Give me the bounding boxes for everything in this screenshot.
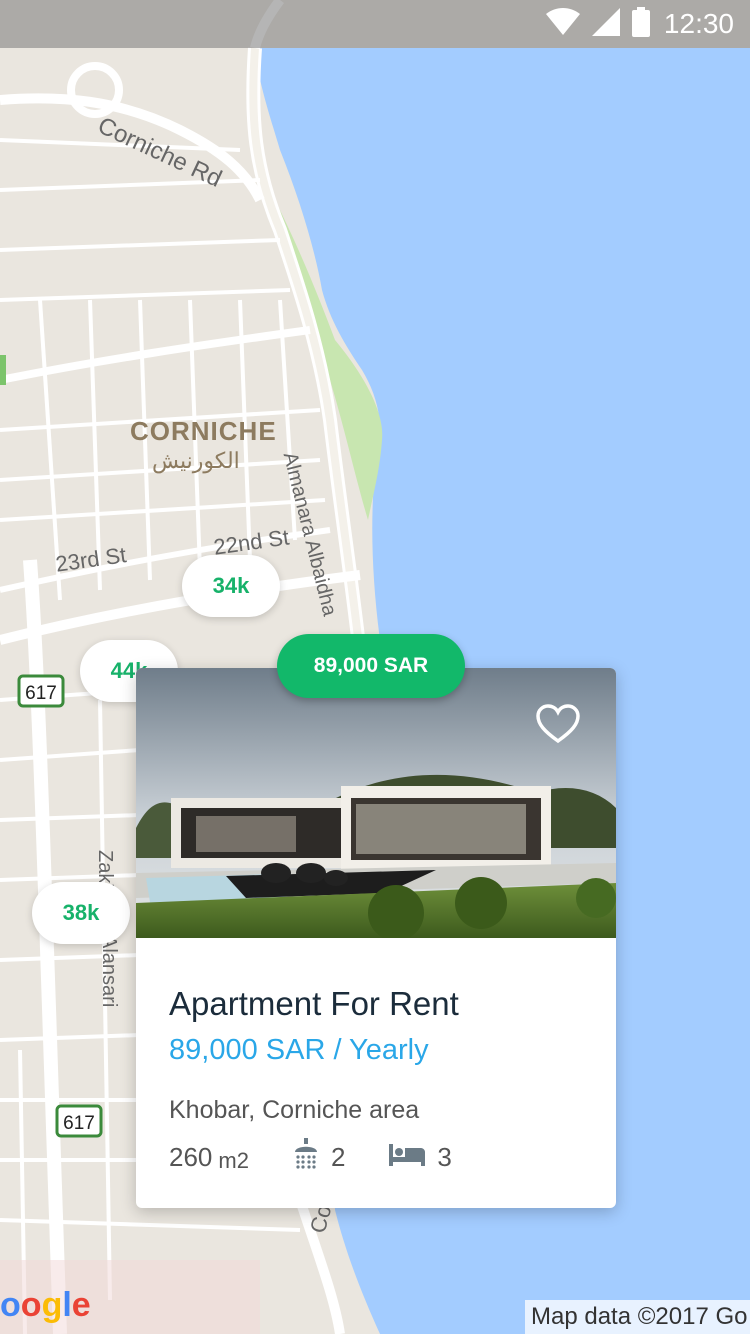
district-label: CORNICHE [130, 416, 277, 446]
route-617-shield: 617 [55, 1104, 103, 1138]
status-bar: 12:30 [0, 0, 750, 48]
feature-bathrooms: 2 [293, 1138, 345, 1177]
listing-price: 89,000 SAR / Yearly [169, 1034, 429, 1066]
listing-card[interactable]: Apartment For Rent 89,000 SAR / Yearly K… [136, 668, 616, 1208]
listing-details: Apartment For Rent 89,000 SAR / Yearly K… [169, 984, 592, 1177]
signal-icon [591, 7, 620, 41]
feature-bedrooms: 3 [389, 1142, 452, 1173]
listing-title: Apartment For Rent [169, 985, 459, 1022]
svg-text:617: 617 [25, 683, 57, 704]
status-time: 12:30 [663, 8, 734, 39]
price-pin[interactable]: 38k [32, 882, 130, 944]
district-label-arabic: الكورنيش [152, 448, 240, 473]
bed-icon [389, 1142, 437, 1173]
map-attribution[interactable]: Map data ©2017 Go [525, 1300, 750, 1334]
bedrooms-count: 3 [437, 1142, 452, 1172]
svg-text:617: 617 [63, 1113, 95, 1134]
google-logo: oogle [0, 1286, 91, 1324]
street-label-ansari: Alansari [98, 935, 120, 1008]
battery-icon [631, 6, 650, 42]
feature-area: 260 m2 [169, 1142, 249, 1173]
listing-features: 260 m2 2 3 [169, 1138, 592, 1177]
price-pin[interactable]: 34k [182, 555, 280, 617]
price-pin-selected[interactable]: 89,000 SAR [277, 634, 465, 698]
bathrooms-count: 2 [330, 1142, 346, 1172]
area-unit: m2 [218, 1147, 249, 1173]
favorite-heart-icon[interactable] [536, 704, 580, 744]
wifi-icon [545, 7, 580, 41]
listing-location: Khobar, Corniche area [169, 1096, 420, 1124]
area-value: 260 [169, 1142, 213, 1172]
shower-icon [293, 1138, 331, 1177]
route-617-shield: 617 [17, 674, 65, 708]
